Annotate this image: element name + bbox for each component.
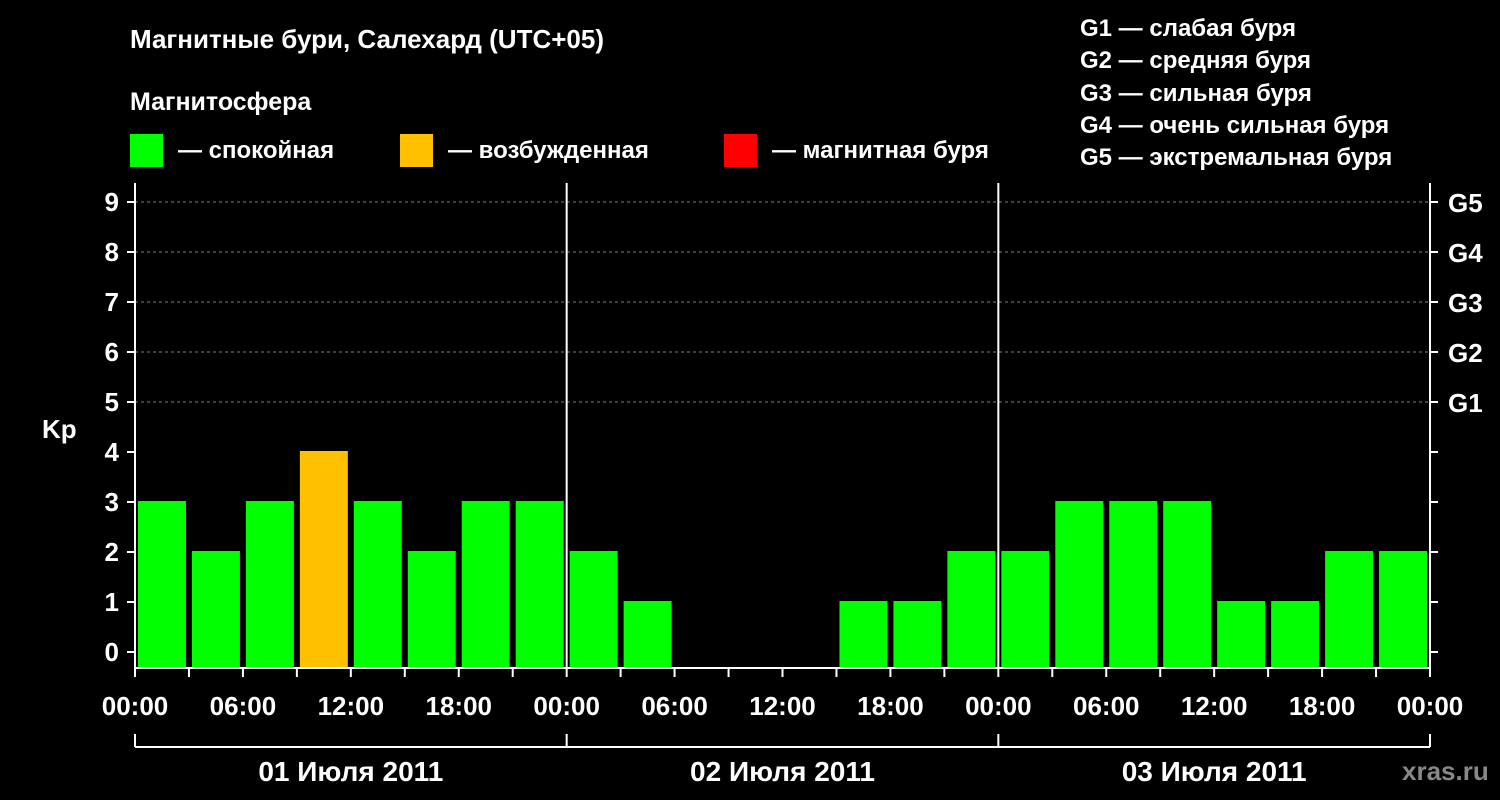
day-label: 01 Июля 2011 [258,756,443,787]
g-scale-g1: G1 — слабая буря [1080,15,1296,42]
g-scale-g2: G2 — средняя буря [1080,47,1311,74]
kp-bar [1271,601,1320,668]
y-ticks: 0 1 2 3 4 5 6 7 8 9 [105,187,135,667]
y-tick-label: 6 [105,337,119,367]
watermark: xras.ru [1402,756,1489,786]
kp-bar [515,501,564,668]
g-ticks: G1 G2 G3 G4 G5 [1430,188,1483,653]
y-axis-label: Kp [42,414,77,444]
g-level-label: G4 [1448,238,1483,268]
y-tick-label: 7 [105,287,119,317]
x-ticks: 00:00 06:00 12:00 18:00 00:00 06:00 12:00 18:00… [102,668,1464,721]
x-tick-label: 18:00 [857,691,924,721]
g-level-label: G3 [1448,288,1483,318]
g-scale-g3: G3 — сильная буря [1080,80,1312,107]
y-tick-label: 3 [105,487,119,517]
kp-bar [191,551,240,668]
kp-bar [245,501,294,668]
x-tick-label: 18:00 [426,691,493,721]
x-tick-label: 00:00 [533,691,600,721]
legend-swatch-storm [724,134,757,167]
day-brackets: 01 Июля 2011 02 Июля 2011 03 Июля 2011 [134,734,1431,787]
x-tick-label: 12:00 [318,691,385,721]
kp-bar [1055,501,1104,668]
legend-swatch-active [400,134,433,167]
legend-label-quiet: — спокойная [178,137,334,164]
kp-bar [1001,551,1050,668]
x-tick-label: 12:00 [749,691,816,721]
x-tick-label: 18:00 [1289,691,1356,721]
kp-bar [138,501,186,668]
grid-lines [135,201,1430,403]
x-tick-label: 06:00 [210,691,277,721]
day-label: 02 Июля 2011 [690,756,875,787]
kp-bar [1163,501,1212,668]
kp-bar [1379,551,1427,668]
y-tick-label: 0 [105,637,119,667]
day-label: 03 Июля 2011 [1122,756,1307,787]
legend-label-storm: — магнитная буря [772,137,989,164]
y-tick-label: 4 [105,437,120,467]
x-tick-label: 12:00 [1181,691,1248,721]
x-tick-label: 06:00 [1073,691,1140,721]
kp-bar [1109,501,1158,668]
kp-bar [569,551,618,668]
y-tick-label: 1 [105,587,119,617]
g-level-label: G1 [1448,388,1483,418]
kp-bar [1325,551,1374,668]
g-level-label: G2 [1448,338,1483,368]
kp-chart: Магнитные бури, Салехард (UTC+05) Магнит… [42,15,1489,787]
kp-bar [893,601,942,668]
chart-title: Магнитные бури, Салехард (UTC+05) [130,24,604,54]
kp-bar [1217,601,1266,668]
kp-bar [353,501,402,668]
g-scale-legend: G1 — слабая буря G2 — средняя буря G3 — … [1080,15,1392,171]
g-level-label: G5 [1448,188,1483,218]
legend-swatch-quiet [130,134,163,167]
x-tick-label: 06:00 [641,691,708,721]
legend: — спокойная — возбужденная — магнитная б… [130,134,989,167]
kp-bar [947,551,996,668]
y-tick-label: 8 [105,237,119,267]
g-scale-g5: G5 — экстремальная буря [1080,144,1392,171]
kp-bar [299,451,348,668]
legend-label-active: — возбужденная [448,137,649,164]
kp-bar [623,601,672,668]
kp-bars [138,451,1427,668]
y-tick-label: 2 [105,537,119,567]
x-tick-label: 00:00 [102,691,169,721]
x-tick-label: 00:00 [965,691,1032,721]
kp-bar [407,551,456,668]
kp-bar [839,601,888,668]
kp-bar [461,501,510,668]
y-tick-label: 9 [105,187,119,217]
y-tick-label: 5 [105,387,119,417]
chart-subtitle: Магнитосфера [130,88,312,116]
x-tick-label: 00:00 [1397,691,1464,721]
g-scale-g4: G4 — очень сильная буря [1080,112,1389,139]
